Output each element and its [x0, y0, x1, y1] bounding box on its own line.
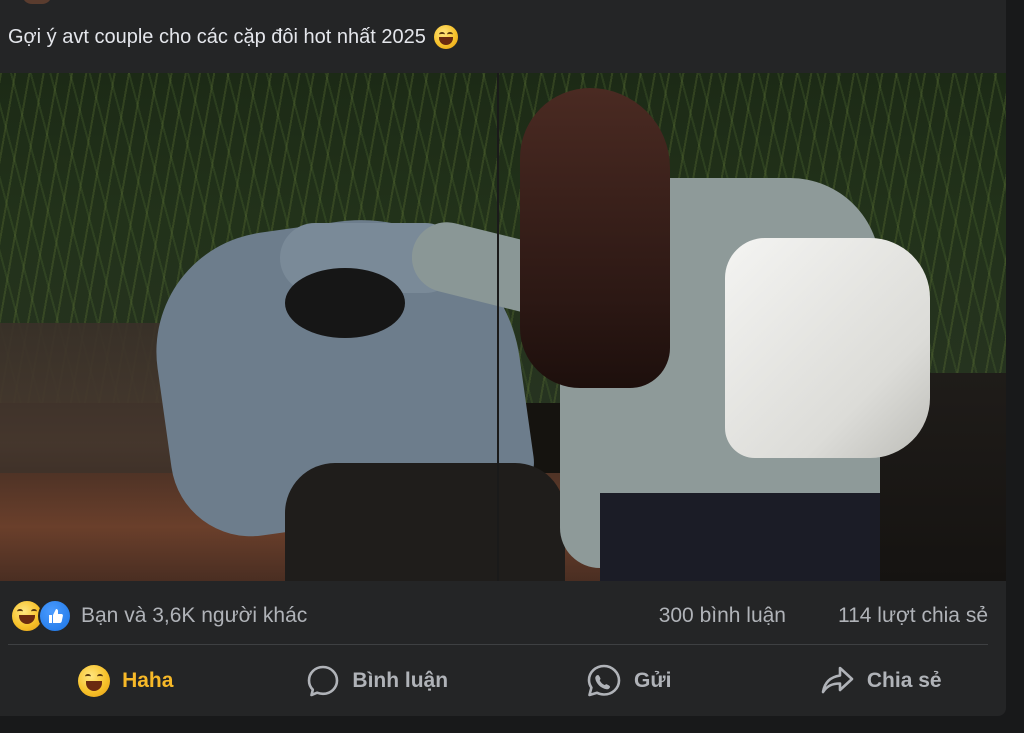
haha-emoji-icon: [78, 665, 111, 697]
haha-button-label: Haha: [122, 669, 174, 692]
comment-button[interactable]: Bình luận: [252, 652, 504, 710]
author-avatar[interactable]: [22, 0, 52, 4]
share-count[interactable]: 114 lượt chia sẻ: [838, 603, 988, 629]
reaction-summary[interactable]: [10, 599, 74, 633]
photo-backpack: [725, 238, 930, 458]
post-actions-bar: Haha Bình luận Gửi Chia sẻ: [0, 652, 1006, 710]
post-card: Gợi ý avt couple cho các cặp đôi hot nhấ…: [0, 0, 1006, 716]
share-icon: [821, 666, 854, 694]
reacted-by-text[interactable]: Bạn và 3,6K người khác: [81, 603, 307, 629]
laughing-emoji-icon: [433, 25, 458, 49]
comment-count[interactable]: 300 bình luận: [659, 603, 786, 629]
post-caption-text: Gợi ý avt couple cho các cặp đôi hot nhấ…: [8, 26, 426, 48]
send-button[interactable]: Gửi: [503, 652, 755, 710]
comment-button-label: Bình luận: [352, 669, 449, 692]
actions-divider: [8, 644, 988, 645]
page-scrollbar[interactable]: [1006, 0, 1024, 733]
post-caption: Gợi ý avt couple cho các cặp đôi hot nhấ…: [8, 22, 458, 52]
like-reaction-icon: [38, 599, 72, 633]
comment-icon: [308, 665, 339, 697]
post-photo[interactable]: [0, 73, 1006, 581]
share-button-label: Chia sẻ: [866, 669, 942, 692]
haha-button[interactable]: Haha: [0, 652, 252, 710]
share-button[interactable]: Chia sẻ: [755, 652, 1007, 710]
post-stats: Bạn và 3,6K người khác 300 bình luận 114…: [0, 590, 1006, 640]
photo-split-divider: [497, 73, 499, 581]
messenger-icon: [587, 664, 621, 697]
send-button-label: Gửi: [634, 669, 672, 692]
